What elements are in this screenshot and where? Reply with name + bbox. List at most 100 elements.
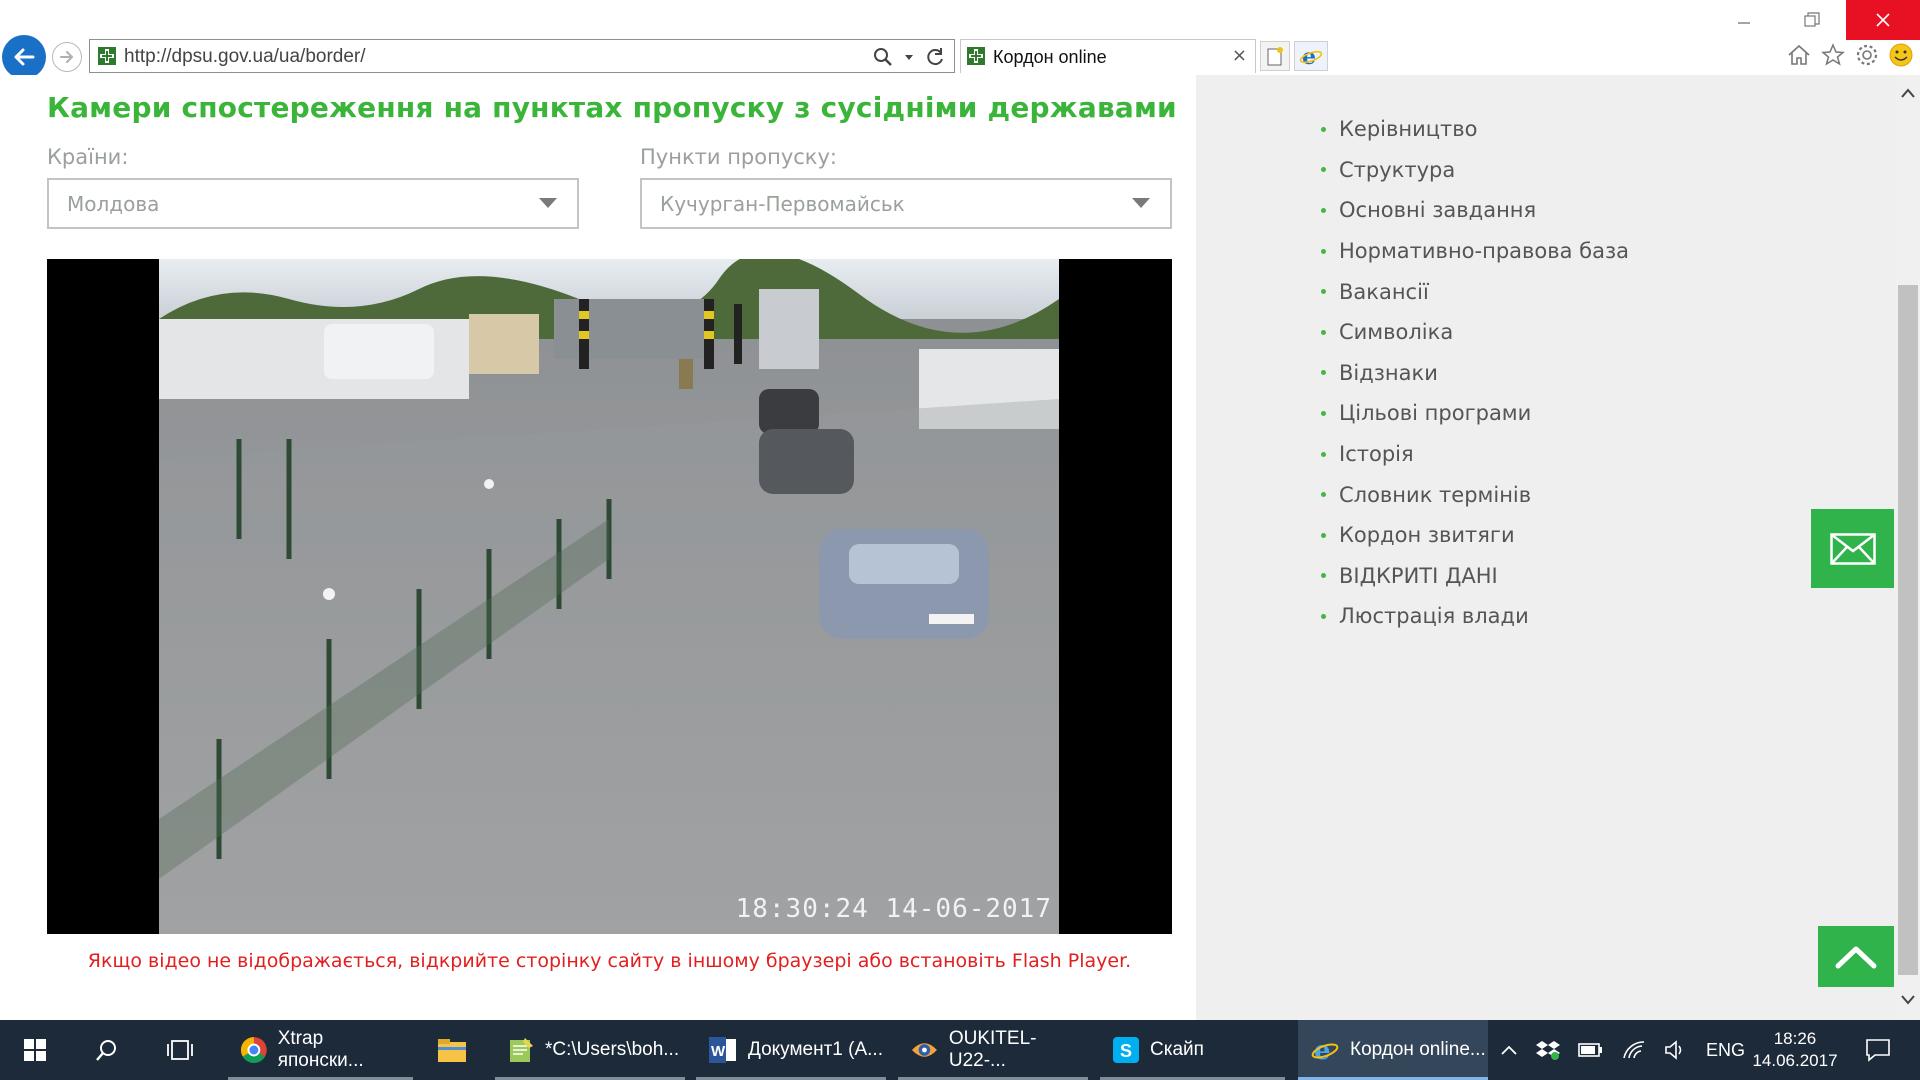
forward-button[interactable] [52,42,82,72]
language-indicator[interactable]: ENG [1706,1040,1745,1061]
chevron-up-icon[interactable] [1500,1044,1518,1056]
sidebar-item-label: Вакансії [1339,279,1429,304]
arrow-right-icon [60,51,74,63]
screen: http://dpsu.gov.ua/ua/border/ Кордон onl… [0,0,1920,1080]
notepad-icon [510,1038,533,1062]
sidebar-item-history[interactable]: Історія [1321,434,1629,475]
sidebar-item-target-programs[interactable]: Цільові програми [1321,393,1629,434]
taskbar-app-label: Документ1 (А... [748,1039,883,1060]
chevron-down-icon[interactable] [904,52,914,62]
action-center-button[interactable] [1850,1020,1906,1080]
sidebar-item-lustration[interactable]: Люстрація влади [1321,596,1629,637]
bullet-icon [1321,573,1326,579]
sidebar-item-glossary[interactable]: Словник термінів [1321,474,1629,515]
checkpoint-select-value: Кучурган-Первомайськ [660,192,905,216]
home-icon[interactable] [1786,42,1812,68]
sidebar-item-vacancies[interactable]: Вакансії [1321,271,1629,312]
task-view-button[interactable] [155,1020,205,1080]
checkpoints-label: Пункти пропуску: [640,145,837,169]
taskbar-app-ie[interactable]: e Кордон online... [1298,1020,1488,1080]
chrome-icon [240,1037,267,1063]
bullet-icon [1321,329,1326,335]
battery-icon[interactable] [1578,1041,1604,1059]
video-timestamp: 18:30:24 14-06-2017 [735,894,1052,924]
sidebar-item-main-tasks[interactable]: Основні завдання [1321,190,1629,231]
sidebar-item-label: ВІДКРИТІ ДАНІ [1339,563,1498,588]
taskbar-app-notepad[interactable]: *C:\Users\boh... [495,1020,685,1080]
new-tab-button[interactable] [1260,41,1290,71]
ie-quick-tab-button[interactable]: e [1294,41,1328,71]
tab-title: Кордон online [993,47,1107,67]
bullet-icon [1321,126,1326,132]
search-button[interactable] [82,1020,132,1080]
close-icon [1876,13,1890,27]
address-tools [872,44,946,70]
close-window-button[interactable] [1846,0,1920,40]
countries-label: Країни: [47,145,129,169]
page-scrollbar[interactable] [1896,75,1920,1020]
restore-button[interactable] [1778,0,1846,40]
bullet-icon [1321,248,1326,254]
flash-player-note: Якщо відео не відображається, відкрийте … [87,950,1132,972]
tab-close-button[interactable]: × [1232,45,1247,66]
sidebar-item-label: Кордон звитяги [1339,523,1515,548]
taskbar: Xtrap японски... *C:\Users\boh... W Доку… [0,1020,1920,1080]
chevron-down-icon [1132,198,1150,208]
scroll-to-top-button[interactable] [1818,926,1894,987]
refresh-icon[interactable] [924,46,946,68]
system-tray: ENG [1500,1020,1745,1080]
chevron-up-icon [1835,946,1877,968]
sidebar-item-label: Відзнаки [1339,360,1438,385]
checkpoint-select[interactable]: Кучурган-Первомайськ [640,178,1172,229]
bullet-icon [1321,451,1326,457]
smiley-feedback-icon[interactable] [1888,42,1914,68]
settings-gear-icon[interactable] [1854,42,1880,68]
taskbar-app-label: OUKITEL-U22-... [948,1028,1037,1071]
sidebar-item-leadership[interactable]: Керівництво [1321,109,1629,150]
sidebar-item-symbols[interactable]: Символіка [1321,312,1629,353]
wifi-icon[interactable] [1622,1040,1646,1060]
sidebar-item-structure[interactable]: Структура [1321,150,1629,191]
camera-video-player[interactable]: 18:30:24 14-06-2017 [47,259,1172,934]
taskbar-app-skype[interactable]: S Скайп [1100,1020,1285,1080]
sidebar-item-border-valor[interactable]: Кордон звитяги [1321,515,1629,556]
sidebar-item-legal-base[interactable]: Нормативно-правова база [1321,231,1629,272]
dropbox-icon[interactable] [1536,1039,1560,1061]
address-bar[interactable]: http://dpsu.gov.ua/ua/border/ [89,39,955,73]
search-icon[interactable] [872,46,894,68]
minimize-button[interactable] [1710,0,1778,40]
browser-chrome: http://dpsu.gov.ua/ua/border/ Кордон onl… [0,0,1920,79]
url-text[interactable]: http://dpsu.gov.ua/ua/border/ [124,46,366,68]
sidebar-item-open-data[interactable]: ВІДКРИТІ ДАНІ [1321,556,1629,597]
volume-icon[interactable] [1664,1040,1688,1060]
sidebar-menu: Керівництво Структура Основні завдання Н… [1321,109,1629,637]
chevron-down-icon [539,198,557,208]
favorites-star-icon[interactable] [1820,42,1846,68]
back-button[interactable] [2,35,46,79]
web-page: Камери спостереження на пунктах пропуску… [0,75,1920,1020]
ie-icon: e [1299,44,1323,68]
tab-border-online[interactable]: Кордон online × [960,39,1256,73]
minimize-icon [1738,22,1750,24]
taskbar-app-file-explorer[interactable] [425,1020,485,1080]
chevron-up-icon [1901,88,1915,98]
country-select[interactable]: Молдова [47,178,579,229]
taskbar-app-chrome[interactable]: Xtrap японски... [228,1020,413,1080]
word-icon: W [709,1037,736,1063]
contact-mail-button[interactable] [1811,509,1894,588]
taskbar-app-oukitel[interactable]: OUKITEL-U22-... [898,1020,1088,1080]
sidebar-item-label: Цільові програми [1339,401,1532,426]
site-favicon-icon [98,47,116,65]
scroll-down-arrow[interactable] [1896,987,1920,1011]
taskbar-app-word[interactable]: W Документ1 (А... [696,1020,886,1080]
taskbar-clock[interactable]: 18:26 14.06.2017 [1743,1028,1847,1072]
scroll-up-arrow[interactable] [1896,81,1920,105]
start-button[interactable] [10,1020,60,1080]
bullet-icon [1321,532,1326,538]
envelope-icon [1829,532,1876,565]
clock-time: 18:26 [1773,1029,1817,1048]
sidebar-item-label: Основні завдання [1339,198,1537,223]
scrollbar-thumb[interactable] [1898,285,1918,975]
sidebar-item-awards[interactable]: Відзнаки [1321,353,1629,394]
svg-text:S: S [1120,1041,1132,1061]
